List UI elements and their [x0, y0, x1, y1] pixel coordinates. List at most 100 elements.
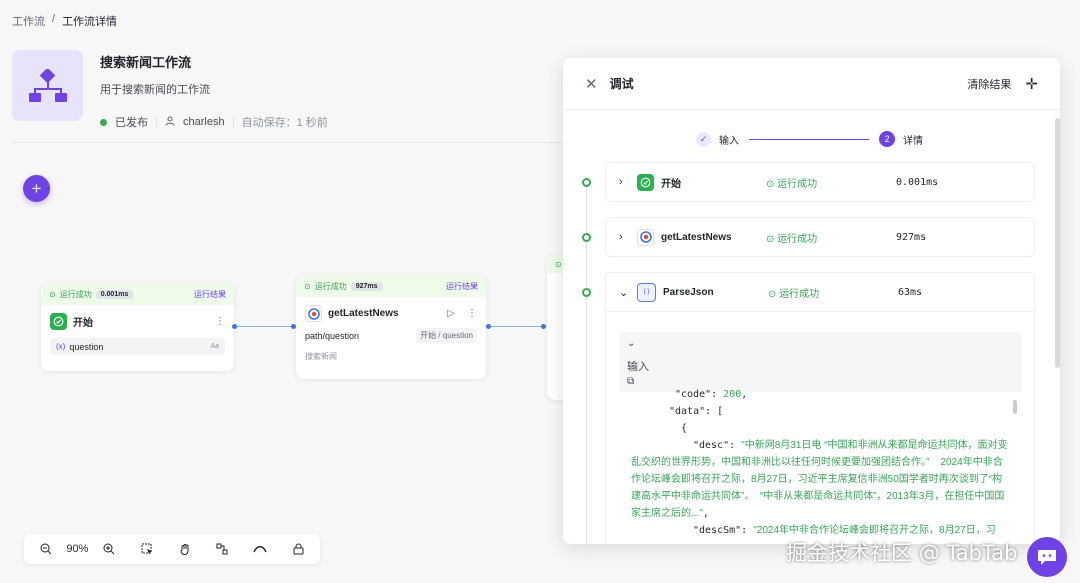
- code-line: {: [681, 423, 688, 434]
- canvas-node-getlatestnews[interactable]: ⊙ 运行成功 927ms 运行结果 getLatestNews ▷ ⋮ path…: [296, 275, 486, 379]
- add-node-button[interactable]: +: [23, 175, 50, 202]
- chevron-right-icon[interactable]: ›: [619, 176, 637, 188]
- zoom-out-icon[interactable]: [32, 537, 60, 561]
- result-status: ⊙ 运行成功: [766, 178, 818, 190]
- workflow-logo: [12, 50, 83, 121]
- input-port[interactable]: [541, 324, 546, 329]
- step-done-check-icon: ✓: [696, 131, 711, 147]
- node-param: (x) question Aa: [50, 338, 225, 355]
- workflow-header: 搜索新闻工作流 用于搜索新闻的工作流 已发布 charlesh 自动保存：1 秒…: [12, 50, 552, 129]
- code-line: "data": [: [669, 406, 724, 417]
- zoom-level[interactable]: 90%: [60, 537, 95, 561]
- node-duration-badge: 0.001ms: [95, 289, 134, 299]
- canvas-node-start[interactable]: ⊙ 运行成功 0.001ms 运行结果 开始 ⋮ (x) question Aa: [41, 283, 234, 371]
- result-row-getlatestnews[interactable]: › getLatestNews ⊙ 运行成功 927ms: [605, 217, 1035, 257]
- step-input-label[interactable]: 输入: [719, 132, 739, 147]
- run-result-link[interactable]: 运行结果: [446, 281, 478, 292]
- edge-style-icon[interactable]: [246, 537, 274, 561]
- code-key: "descSm": [693, 525, 742, 536]
- more-options-icon[interactable]: ⋮: [467, 308, 477, 319]
- code-value: 200: [723, 389, 742, 400]
- news-plugin-icon: [305, 305, 322, 322]
- param-type-tag: Aa: [210, 343, 219, 350]
- node-param-row: path/question 开始 / question: [296, 326, 486, 345]
- chevron-down-icon[interactable]: ⌄: [619, 286, 637, 299]
- result-status-text: 运行成功: [777, 233, 818, 245]
- json-node-icon: { }: [637, 282, 656, 302]
- step-detail-label[interactable]: 详情: [903, 132, 923, 147]
- workflow-icon: [28, 68, 67, 102]
- workflow-description: 用于搜索新闻的工作流: [100, 84, 210, 96]
- pin-move-icon[interactable]: ✛: [1025, 75, 1038, 93]
- workflow-author: charlesh: [183, 116, 225, 128]
- timeline-success-dot: [582, 233, 591, 242]
- zoom-in-icon[interactable]: [95, 537, 123, 561]
- hand-tool-icon[interactable]: [171, 537, 199, 561]
- node-run-status: ⊙ 运行成功 927ms 运行结果: [296, 275, 486, 297]
- workflow-status-bar: 已发布 charlesh 自动保存：1 秒前: [100, 114, 328, 130]
- step-number: 2: [879, 131, 895, 147]
- breadcrumb-current: 工作流详情: [62, 16, 118, 28]
- result-duration: 0.001ms: [896, 176, 939, 188]
- clear-results-button[interactable]: 清除结果: [967, 76, 1011, 92]
- result-row-start[interactable]: › 开始 ⊙ 运行成功 0.001ms: [605, 162, 1035, 202]
- edge-start-to-news: [237, 326, 293, 327]
- success-check-icon: ⊙: [555, 259, 562, 269]
- panel-scrollbar[interactable]: [1055, 118, 1060, 368]
- lock-icon[interactable]: [284, 537, 312, 561]
- divider: [232, 116, 234, 128]
- collapse-chevron-icon[interactable]: ⌄: [627, 338, 1014, 349]
- code-scrollbar[interactable]: [1013, 400, 1017, 414]
- code-value: "2024年中非合作论坛峰会即将召开之际，8月27日，习: [753, 525, 996, 536]
- success-check-icon: ⊙: [304, 281, 311, 291]
- code-key: "code": [675, 389, 712, 400]
- node-title: 开始: [73, 318, 93, 329]
- param-name: path/question: [305, 330, 360, 341]
- param-name: question: [69, 341, 104, 352]
- param-reference: 开始 / question: [416, 328, 477, 343]
- node-run-status: ⊙ 运行成功 0.001ms 运行结果: [41, 283, 234, 305]
- code-key: "desc": [693, 440, 730, 451]
- node-footer: 搜索新闻: [305, 352, 337, 361]
- run-result-link[interactable]: 运行结果: [194, 289, 226, 300]
- variable-icon: (x): [56, 342, 66, 351]
- result-node-name: ParseJson: [663, 286, 714, 298]
- header-divider: [12, 142, 562, 143]
- result-status: ⊙ 运行成功: [766, 233, 818, 245]
- breadcrumb-separator: /: [52, 13, 56, 25]
- chevron-right-icon[interactable]: ›: [619, 231, 637, 243]
- more-options-icon[interactable]: ⋮: [215, 316, 225, 327]
- result-status: ⊙ 运行成功: [768, 288, 820, 300]
- start-node-icon: [50, 313, 67, 330]
- auto-layout-icon[interactable]: [209, 537, 237, 561]
- node-duration-badge: 927ms: [350, 281, 383, 291]
- debug-panel-title: 调试: [609, 77, 634, 91]
- node-status-text: 运行成功: [59, 289, 92, 299]
- debug-steps: ✓ 输入 2 详情: [696, 131, 923, 147]
- plus-icon: +: [31, 178, 42, 198]
- breadcrumb-root[interactable]: 工作流: [12, 13, 45, 29]
- result-node-name: 开始: [661, 178, 681, 190]
- success-check-icon: ⊙: [49, 289, 56, 299]
- start-node-icon: [637, 173, 654, 191]
- close-icon[interactable]: ✕: [585, 75, 598, 93]
- select-tool-icon[interactable]: [133, 537, 161, 561]
- edge-news-to-parse: [491, 326, 543, 327]
- result-duration: 63ms: [898, 286, 923, 298]
- run-node-icon[interactable]: ▷: [447, 308, 455, 319]
- result-row-parsejson[interactable]: ⌄ { } ParseJson ⊙ 运行成功 63ms: [605, 272, 1035, 312]
- workflow-title: 搜索新闻工作流: [100, 55, 192, 70]
- news-plugin-icon: [637, 228, 654, 246]
- timeline-success-dot: [582, 178, 591, 187]
- io-box: ⌄ 输入 ⧉ "code": 200, "data": [{"desc": "中新…: [619, 332, 1022, 544]
- autosave-status: 自动保存：1 秒前: [241, 117, 328, 129]
- io-input-label: 输入: [627, 361, 649, 373]
- canvas-toolbar: 90%: [24, 534, 320, 564]
- debug-panel-header: ✕ 调试 清除结果 ✛: [563, 58, 1060, 110]
- json-code-view[interactable]: "code": 200, "data": [{"desc": "中新网8月31日电…: [619, 389, 1022, 544]
- node-status-text: 运行成功: [314, 281, 347, 291]
- assistant-avatar-icon[interactable]: [1027, 537, 1067, 577]
- result-status-text: 运行成功: [779, 288, 820, 300]
- user-icon: [165, 116, 175, 129]
- result-node-name: getLatestNews: [661, 231, 732, 243]
